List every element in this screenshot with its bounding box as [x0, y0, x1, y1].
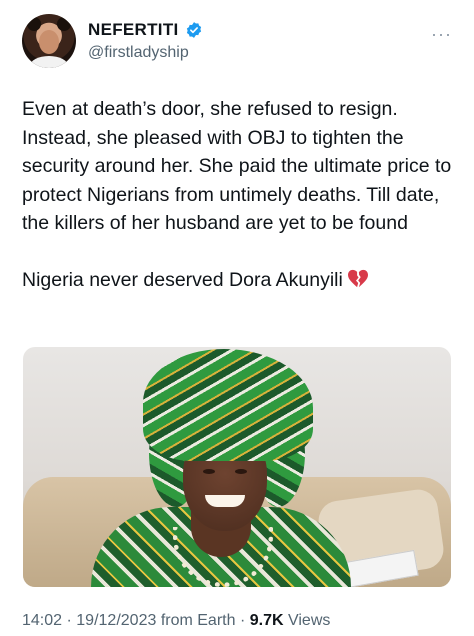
photo-headwrap	[143, 349, 313, 461]
tweet-header: NEFERTITI @firstladyship ···	[22, 14, 452, 70]
avatar-hair	[27, 17, 41, 31]
author-handle[interactable]: @firstladyship	[88, 44, 189, 62]
photo-smile	[205, 495, 245, 507]
avatar-hair	[57, 17, 71, 31]
avatar[interactable]	[22, 14, 76, 68]
tweet-photo[interactable]	[23, 347, 451, 587]
author-display-name[interactable]: NEFERTITI	[88, 20, 179, 40]
tweet-paragraph: Nigeria never deserved Dora Akunyili	[22, 266, 452, 295]
broken-heart-icon	[347, 269, 368, 287]
views-count[interactable]: 9.7K	[250, 612, 284, 629]
tweet-paragraph-text: Even at death’s door, she refused to res…	[22, 98, 452, 234]
tweet-paragraph: Even at death’s door, she refused to res…	[22, 95, 452, 238]
avatar-face	[39, 30, 59, 54]
photo-eye	[203, 469, 215, 474]
tweet-time[interactable]: 14:02	[22, 612, 62, 629]
author-name-row[interactable]: NEFERTITI	[88, 20, 203, 40]
tweet-source: from Earth	[160, 612, 236, 629]
verified-badge-icon	[186, 22, 201, 38]
tweet-text: Even at death’s door, she refused to res…	[22, 95, 452, 294]
meta-separator: ·	[66, 612, 72, 629]
more-horizontal-icon[interactable]: ···	[431, 24, 452, 45]
tweet-meta: 14:02 · 19/12/2023 from Earth · 9.7K Vie…	[22, 612, 330, 630]
avatar-shirt	[30, 56, 68, 68]
views-label: Views	[287, 612, 331, 629]
photo-eye	[235, 469, 247, 474]
meta-separator: ·	[239, 612, 246, 629]
tweet-date[interactable]: 19/12/2023	[76, 612, 156, 629]
tweet-paragraph-text: Nigeria never deserved Dora Akunyili	[22, 268, 343, 291]
